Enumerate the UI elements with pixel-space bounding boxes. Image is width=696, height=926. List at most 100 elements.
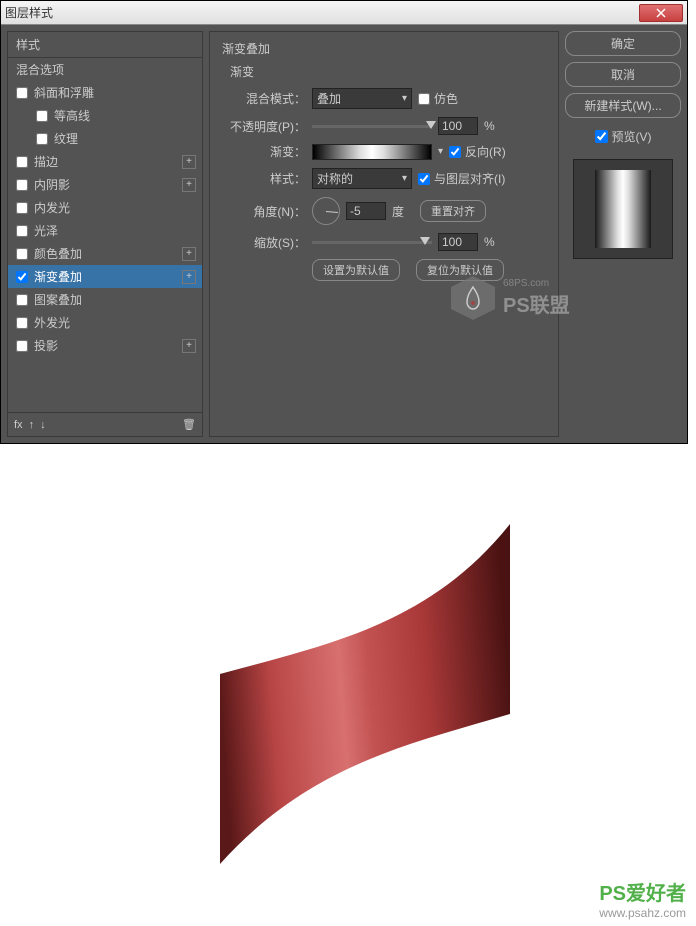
style-dropdown[interactable]: 对称的 ▾: [312, 168, 412, 189]
blending-options-item[interactable]: 混合选项: [8, 58, 202, 81]
plus-icon[interactable]: +: [182, 178, 196, 192]
plus-icon[interactable]: +: [182, 247, 196, 261]
angle-line: [326, 211, 338, 213]
dither-label: 仿色: [434, 90, 458, 107]
set-default-button[interactable]: 设置为默认值: [312, 259, 400, 281]
style-label: 内阴影: [34, 176, 70, 193]
preview-checkbox[interactable]: [595, 130, 608, 143]
style-item[interactable]: 内阴影 +: [8, 173, 202, 196]
settings-panel: 渐变叠加 渐变 混合模式： 叠加 ▾ 仿色 不透明度(: [209, 31, 559, 437]
chevron-down-icon[interactable]: ▾: [438, 146, 443, 157]
align-checkbox[interactable]: [418, 173, 430, 185]
style-label: 投影: [34, 337, 58, 354]
preview-thumbnail: [573, 159, 673, 259]
style-item[interactable]: 颜色叠加 +: [8, 242, 202, 265]
plus-icon[interactable]: +: [182, 270, 196, 284]
result-preview: PS爱好者 www.psahz.com: [0, 444, 696, 926]
watermark-name: PS联盟: [503, 289, 570, 318]
style-checkbox[interactable]: [16, 248, 28, 260]
styles-list: 混合选项 斜面和浮雕等高线纹理描边+内阴影+内发光光泽颜色叠加+渐变叠加+图案叠…: [8, 58, 202, 412]
style-item[interactable]: 图案叠加: [8, 288, 202, 311]
style-checkbox[interactable]: [16, 340, 28, 352]
align-label: 与图层对齐(I): [434, 170, 505, 187]
style-checkbox[interactable]: [16, 294, 28, 306]
chevron-down-icon: ▾: [402, 173, 407, 184]
style-checkbox[interactable]: [16, 202, 28, 214]
close-button[interactable]: [639, 4, 683, 22]
angle-unit: 度: [392, 203, 404, 220]
blending-options-label: 混合选项: [16, 61, 64, 78]
percent-label: %: [484, 235, 495, 249]
style-item[interactable]: 斜面和浮雕: [8, 81, 202, 104]
style-label: 纹理: [54, 130, 78, 147]
style-item[interactable]: 等高线: [8, 104, 202, 127]
slider-thumb[interactable]: [420, 237, 430, 245]
style-checkbox[interactable]: [16, 317, 28, 329]
style-label: 等高线: [54, 107, 90, 124]
brand-ps: PS: [599, 883, 626, 905]
scale-input[interactable]: [438, 233, 478, 251]
style-label: 外发光: [34, 314, 70, 331]
brand-url: www.psahz.com: [599, 906, 686, 920]
style-checkbox[interactable]: [16, 225, 28, 237]
plus-icon[interactable]: +: [182, 155, 196, 169]
ok-button[interactable]: 确定: [565, 31, 681, 56]
style-label: 颜色叠加: [34, 245, 82, 262]
style-item[interactable]: 投影 +: [8, 334, 202, 357]
flame-icon: [451, 276, 495, 320]
style-item[interactable]: 纹理: [8, 127, 202, 150]
dialog-title: 图层样式: [5, 4, 639, 21]
opacity-slider[interactable]: [312, 125, 432, 128]
style-value: 对称的: [317, 170, 353, 187]
percent-label: %: [484, 119, 495, 133]
styles-panel: 样式 混合选项 斜面和浮雕等高线纹理描边+内阴影+内发光光泽颜色叠加+渐变叠加+…: [7, 31, 203, 437]
style-label: 光泽: [34, 222, 58, 239]
style-checkbox[interactable]: [36, 110, 48, 122]
style-label: 内发光: [34, 199, 70, 216]
style-label: 斜面和浮雕: [34, 84, 94, 101]
gradient-label: 渐变：: [230, 143, 306, 160]
reverse-checkbox[interactable]: [449, 146, 461, 158]
opacity-input[interactable]: [438, 117, 478, 135]
styles-footer: fx ↑ ↓ 🗑: [8, 412, 202, 436]
reset-align-button[interactable]: 重置对齐: [420, 200, 486, 222]
style-checkbox[interactable]: [16, 87, 28, 99]
style-checkbox[interactable]: [16, 156, 28, 168]
blend-mode-label: 混合模式：: [230, 90, 306, 107]
arrow-up-icon[interactable]: ↑: [29, 419, 35, 431]
style-label: 描边: [34, 153, 58, 170]
trash-icon[interactable]: 🗑: [182, 418, 196, 431]
scale-slider[interactable]: [312, 241, 432, 244]
blend-mode-value: 叠加: [317, 90, 341, 107]
section-title: 渐变叠加: [222, 40, 546, 57]
watermark: 68PS.com PS联盟: [451, 276, 570, 320]
style-item[interactable]: 渐变叠加+: [8, 265, 202, 288]
preview-label: 预览(V): [612, 128, 652, 145]
slider-thumb[interactable]: [426, 121, 436, 129]
style-item[interactable]: 内发光: [8, 196, 202, 219]
actions-panel: 确定 取消 新建样式(W)... 预览(V): [565, 31, 681, 437]
style-label: 样式：: [230, 170, 306, 187]
ribbon-shape: [170, 514, 560, 874]
reverse-label: 反向(R): [465, 143, 506, 160]
style-item[interactable]: 外发光: [8, 311, 202, 334]
style-checkbox[interactable]: [16, 179, 28, 191]
gradient-picker[interactable]: [312, 144, 432, 160]
style-item[interactable]: 描边 +: [8, 150, 202, 173]
watermark-site: 68PS.com: [503, 278, 570, 289]
style-checkbox[interactable]: [16, 271, 28, 283]
style-item[interactable]: 光泽: [8, 219, 202, 242]
titlebar: 图层样式: [1, 1, 687, 25]
dither-checkbox[interactable]: [418, 93, 430, 105]
fx-menu[interactable]: fx: [14, 419, 23, 431]
angle-dial[interactable]: [312, 197, 340, 225]
style-checkbox[interactable]: [36, 133, 48, 145]
cancel-button[interactable]: 取消: [565, 62, 681, 87]
new-style-button[interactable]: 新建样式(W)...: [565, 93, 681, 118]
arrow-down-icon[interactable]: ↓: [40, 419, 46, 431]
scale-label: 缩放(S)：: [230, 234, 306, 251]
plus-icon[interactable]: +: [182, 339, 196, 353]
angle-input[interactable]: [346, 202, 386, 220]
blend-mode-dropdown[interactable]: 叠加 ▾: [312, 88, 412, 109]
chevron-down-icon: ▾: [402, 93, 407, 104]
